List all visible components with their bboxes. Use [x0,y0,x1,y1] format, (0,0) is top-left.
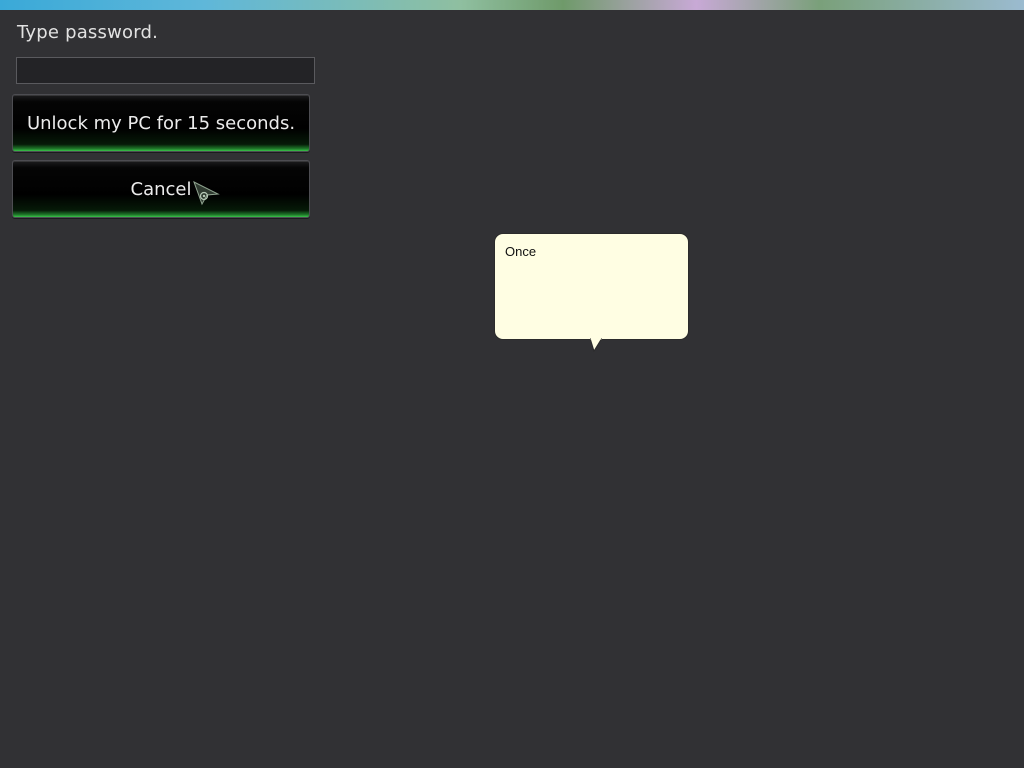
tooltip-text: Once [505,244,537,259]
tooltip-tail [590,338,602,352]
mouse-pointer-icon [193,180,220,206]
cancel-button[interactable]: Cancel [12,160,310,218]
unlock-button[interactable]: Unlock my PC for 15 seconds. [12,94,310,152]
tooltip-bubble: Once [494,233,689,340]
password-input[interactable] [16,57,315,84]
speech-tooltip: Once [494,233,689,352]
password-prompt-label: Type password. [17,22,159,43]
